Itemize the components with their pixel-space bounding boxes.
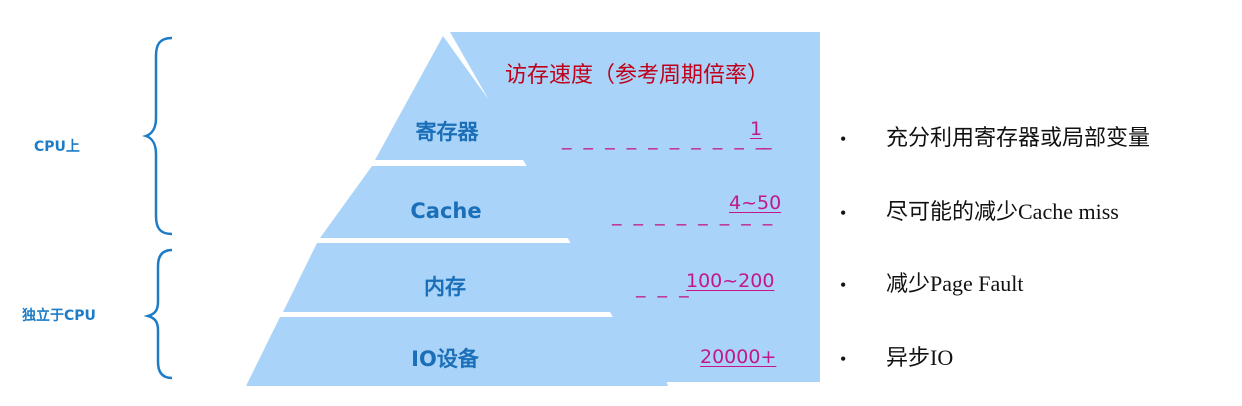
speed-leader-register: _ _ _ _ _ _ _ _ _ _ bbox=[562, 128, 769, 150]
speed-value-register: 1 bbox=[750, 118, 763, 140]
speed-header: 访存速度（参考周期倍率） bbox=[505, 63, 770, 88]
layer-label-register: 寄存器 bbox=[415, 120, 479, 144]
cpu-group-label: CPU上 bbox=[34, 139, 80, 155]
bullet-icon: • bbox=[840, 349, 847, 369]
tip-register: • 充分利用寄存器或局部变量 bbox=[840, 125, 1151, 150]
bullet-icon: • bbox=[840, 203, 847, 223]
independent-brace bbox=[143, 248, 173, 380]
speed-value-io: 20000+ bbox=[700, 346, 777, 368]
speed-leader-memory: _ _ _ bbox=[636, 276, 692, 298]
speed-value-memory: 100~200 bbox=[686, 270, 775, 292]
speed-value-cache: 4~50 bbox=[729, 192, 782, 214]
tip-cache: • 尽可能的减少Cache miss bbox=[840, 199, 1119, 224]
tip-io: • 异步IO bbox=[840, 345, 954, 370]
layer-label-cache: Cache bbox=[410, 199, 482, 223]
layer-label-memory: 内存 bbox=[424, 275, 466, 299]
layer-label-io: IO设备 bbox=[411, 347, 479, 371]
independent-group-label: 独立于CPU bbox=[22, 308, 96, 324]
bullet-icon: • bbox=[840, 129, 847, 149]
tip-memory: • 减少Page Fault bbox=[840, 271, 1024, 296]
bullet-icon: • bbox=[840, 275, 847, 295]
speed-leader-register-tail: _ bbox=[762, 128, 775, 150]
cpu-brace bbox=[142, 36, 173, 236]
